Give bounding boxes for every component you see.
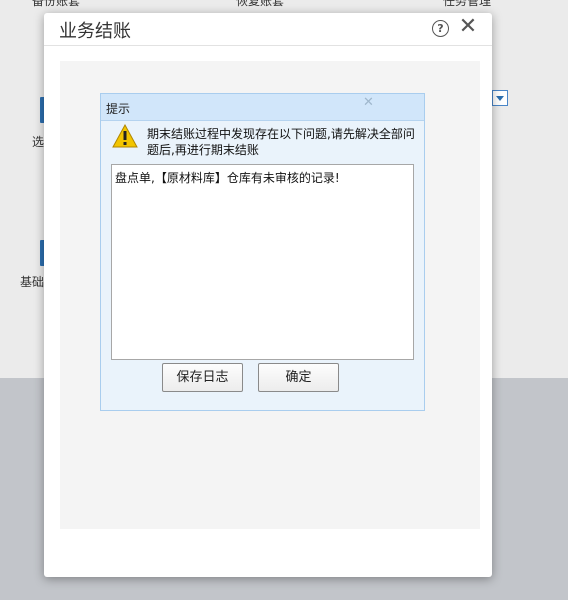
dialog-title: 业务结账 bbox=[59, 21, 131, 42]
restore-account-label[interactable]: 恢复账套 bbox=[236, 0, 284, 9]
close-icon[interactable]: ✕ bbox=[458, 16, 478, 38]
prompt-title: 提示 bbox=[106, 102, 131, 116]
prompt-box: 提示 ✕ 期末结账过程中发现存在以下问题,请先解决全部问题后,再进行期末结账 盘… bbox=[100, 93, 425, 411]
log-textarea[interactable]: 盘点单,【原材料库】仓库有未审核的记录! bbox=[111, 164, 414, 360]
prompt-close-icon[interactable]: ✕ bbox=[363, 95, 374, 110]
save-log-button[interactable]: 保存日志 bbox=[162, 363, 243, 392]
help-icon[interactable]: ? bbox=[432, 20, 449, 37]
task-management-label[interactable]: 任务管理 bbox=[443, 0, 491, 9]
log-line: 盘点单,【原材料库】仓库有未审核的记录! bbox=[115, 171, 340, 185]
dialog-divider bbox=[44, 45, 492, 46]
chevron-down-icon[interactable] bbox=[492, 90, 508, 106]
backup-account-label[interactable]: 备份账套 bbox=[32, 0, 80, 9]
prompt-title-bar: 提示 ✕ bbox=[101, 94, 424, 121]
business-closing-dialog: 业务结账 ? ✕ 提示 ✕ 期末结账过程中发现存在以下问题,请先解决全部问题后,… bbox=[44, 13, 492, 577]
warning-icon bbox=[112, 124, 138, 148]
ok-button[interactable]: 确定 bbox=[258, 363, 339, 392]
prompt-message: 期末结账过程中发现存在以下问题,请先解决全部问题后,再进行期末结账 bbox=[147, 127, 415, 157]
background-side-label: 基础 bbox=[20, 275, 45, 289]
background-side-label: 选 bbox=[32, 135, 45, 149]
